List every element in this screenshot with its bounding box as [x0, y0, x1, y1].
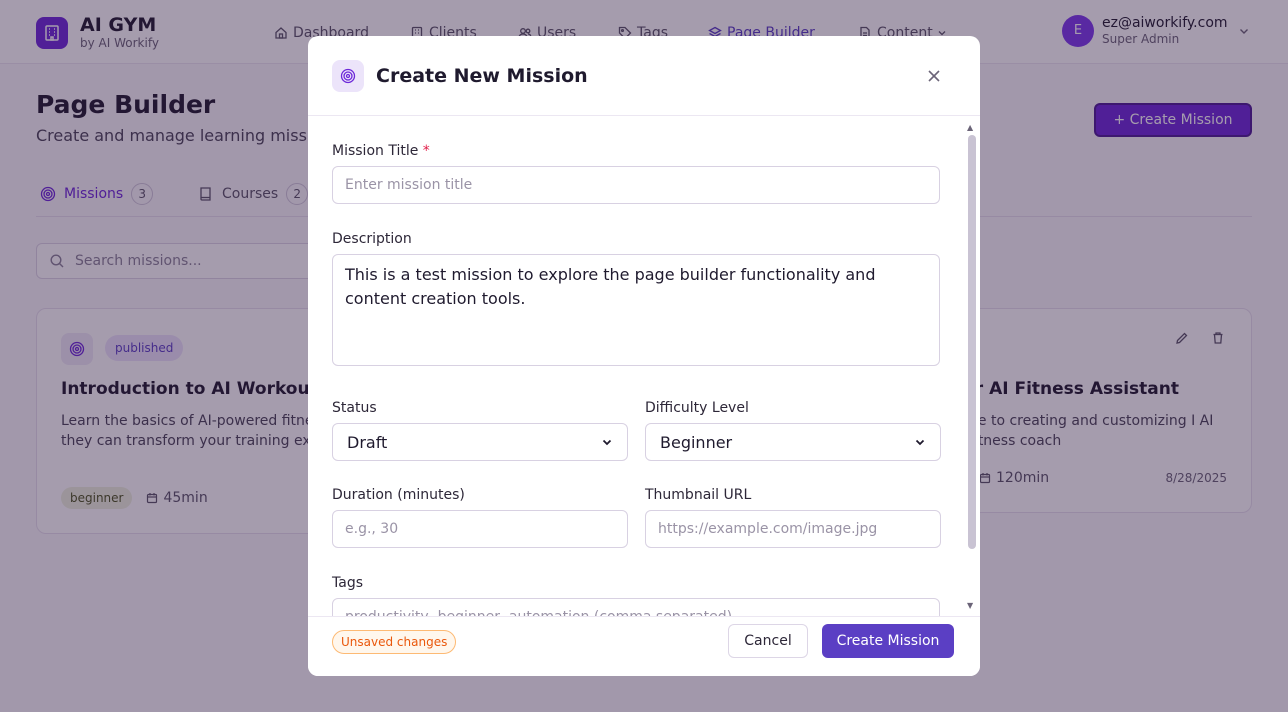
- difficulty-select[interactable]: Beginner: [645, 423, 941, 461]
- description-label: Description: [332, 231, 412, 247]
- duration-input[interactable]: [332, 510, 628, 548]
- duration-label: Duration (minutes): [332, 487, 465, 503]
- chevron-down-icon: [915, 439, 925, 446]
- target-icon: [332, 60, 364, 92]
- difficulty-label: Difficulty Level: [645, 400, 749, 416]
- select-value: Beginner: [660, 432, 733, 452]
- dialog-body: Mission Title * Description This is a te…: [308, 117, 980, 616]
- thumbnail-url-input[interactable]: [645, 510, 941, 548]
- dialog-footer: Unsaved changes Cancel Create Mission: [308, 616, 980, 676]
- description-textarea[interactable]: This is a test mission to explore the pa…: [332, 254, 940, 366]
- close-icon: [928, 70, 940, 82]
- chevron-down-icon: [602, 439, 612, 446]
- scroll-thumb[interactable]: [968, 135, 976, 549]
- close-button[interactable]: [912, 60, 956, 92]
- status-select[interactable]: Draft: [332, 423, 628, 461]
- mission-title-label: Mission Title *: [332, 143, 430, 159]
- dialog-scrollbar[interactable]: ▲ ▼: [966, 123, 978, 613]
- thumbnail-label: Thumbnail URL: [645, 487, 752, 503]
- select-value: Draft: [347, 432, 388, 452]
- required-marker: *: [422, 143, 430, 159]
- tags-input[interactable]: [332, 598, 940, 616]
- dialog-title: Create New Mission: [376, 65, 588, 87]
- cancel-button[interactable]: Cancel: [728, 624, 808, 658]
- scroll-down-arrow-icon[interactable]: ▼: [967, 601, 973, 610]
- mission-title-input[interactable]: [332, 166, 940, 204]
- create-mission-submit-button[interactable]: Create Mission: [822, 624, 954, 658]
- status-label: Status: [332, 400, 377, 416]
- scroll-up-arrow-icon[interactable]: ▲: [967, 123, 973, 132]
- unsaved-changes-badge: Unsaved changes: [332, 630, 457, 654]
- label-text: Mission Title: [332, 143, 419, 159]
- tags-label: Tags: [332, 575, 363, 591]
- create-mission-dialog: Create New Mission Mission Title * Descr…: [308, 36, 980, 676]
